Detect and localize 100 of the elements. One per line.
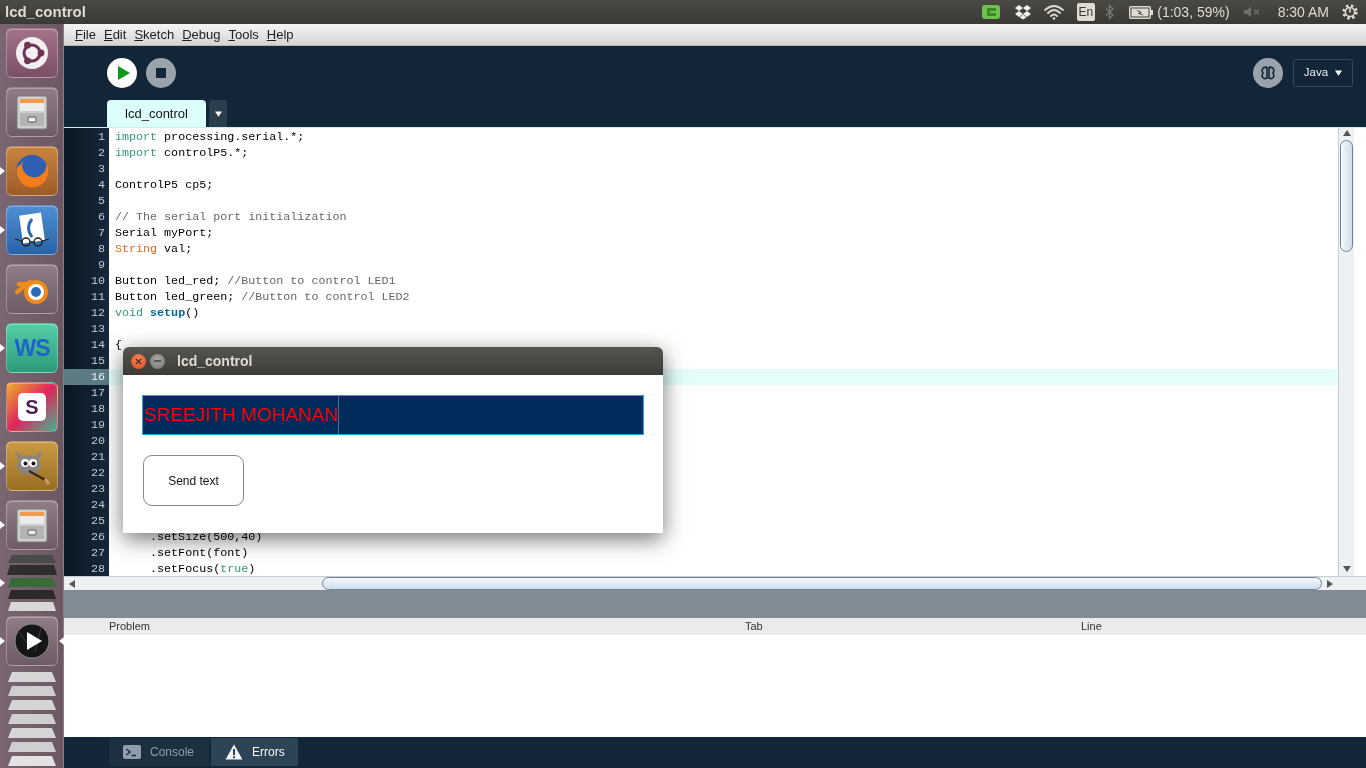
close-button[interactable] (131, 353, 146, 369)
app-indicator-icon[interactable] (981, 4, 1000, 20)
launcher-item[interactable] (6, 205, 58, 255)
text-cursor-icon (338, 396, 340, 434)
clock[interactable]: 8:30 AM (1277, 1, 1329, 23)
line-number: 18 (89, 401, 106, 417)
bluetooth-icon[interactable] (1105, 4, 1115, 20)
keyboard-layout-indicator[interactable]: En (1076, 3, 1096, 21)
tab-menu-button[interactable] (209, 100, 227, 127)
stacked-launcher-icons[interactable] (6, 553, 58, 613)
dialog-title: lcd_control (177, 351, 253, 371)
line-number: 20 (89, 433, 106, 449)
scroll-up-icon[interactable] (1342, 130, 1351, 136)
warning-icon (225, 744, 243, 760)
menu-item[interactable]: Sketch (134, 24, 175, 45)
code-line: .setFocus(true) (149, 561, 257, 576)
code-line: ControlP5 cp5; (114, 177, 215, 193)
editor-tab[interactable]: lcd_control (107, 100, 206, 127)
line-number: 22 (89, 465, 106, 481)
window-title: lcd_control (5, 2, 86, 22)
battery-icon[interactable] (1129, 5, 1154, 19)
line-number: 3 (97, 161, 106, 177)
launcher-item[interactable] (6, 616, 58, 666)
line-number: 4 (97, 177, 106, 193)
drawer-icon (13, 93, 51, 131)
scroll-down-icon[interactable] (1342, 566, 1351, 572)
caret-icon (214, 110, 222, 117)
scroll-left-icon[interactable] (69, 579, 75, 588)
send-text-button[interactable]: Send text (143, 455, 244, 506)
menu-item[interactable]: File (75, 24, 96, 45)
panel-tab[interactable]: Errors (211, 738, 298, 766)
launcher-item[interactable] (6, 441, 58, 491)
play-icon (13, 622, 51, 660)
code-line: import processing.serial.*; (114, 129, 306, 145)
code-line: Button led_red; //Button to control LED1 (114, 273, 397, 289)
line-number: 8 (97, 241, 106, 257)
launcher-item[interactable] (6, 264, 58, 314)
code-line: { (114, 337, 123, 353)
line-number: 13 (89, 321, 106, 337)
ring-dots-icon (13, 34, 51, 72)
code-line: void setup() (114, 305, 201, 321)
column-header[interactable]: Problem (109, 620, 150, 632)
launcher-item[interactable]: S (6, 382, 58, 432)
caret-icon (1335, 70, 1343, 76)
code-line: Button led_green; //Button to control LED2 (114, 289, 411, 305)
debug-button[interactable] (1253, 58, 1283, 88)
creature-icon (13, 447, 51, 485)
globe-icon (13, 152, 51, 190)
minimize-icon (154, 360, 161, 362)
line-number: 26 (89, 529, 106, 545)
line-number: 27 (89, 545, 106, 561)
line-number: 21 (89, 449, 106, 465)
panel-tab[interactable]: Console (109, 738, 209, 766)
menu-item[interactable]: Debug (182, 24, 221, 45)
wifi-icon[interactable] (1043, 4, 1064, 20)
mode-dropdown[interactable]: Java (1293, 59, 1353, 87)
box-icon[interactable] (1013, 4, 1032, 20)
line-number: 10 (89, 273, 106, 289)
line-number: 23 (89, 481, 106, 497)
line-number: 6 (97, 209, 106, 225)
scrollbar-thumb[interactable] (1340, 140, 1353, 252)
close-icon (135, 357, 142, 365)
column-header[interactable]: Line (1081, 620, 1102, 632)
battery-status[interactable]: (1:03, 59%) (1157, 1, 1230, 23)
run-button[interactable] (107, 58, 137, 88)
code-line: Serial myPort; (114, 225, 215, 241)
code-line: String val; (114, 241, 194, 257)
scroll-right-icon[interactable] (1327, 579, 1333, 588)
line-number: 1 (97, 129, 106, 145)
line-number: 14 (89, 337, 106, 353)
text-field[interactable]: SREEJITH MOHANAN (142, 395, 644, 435)
line-number: 24 (89, 497, 106, 513)
code-line: // The serial port initialization (114, 209, 348, 225)
play-icon (117, 66, 130, 80)
document-icon (13, 211, 51, 249)
minimize-button[interactable] (150, 353, 165, 369)
line-number: 28 (89, 561, 106, 576)
bug-icon (1260, 65, 1276, 81)
line-number: 9 (97, 257, 106, 273)
line-number: 25 (89, 513, 106, 529)
menu-item[interactable]: Help (266, 24, 294, 45)
gear-icon[interactable] (1342, 4, 1358, 20)
scrollbar-thumb[interactable] (322, 577, 1322, 590)
line-number: 7 (97, 225, 106, 241)
line-number: 16 (64, 369, 109, 385)
stop-button[interactable] (146, 58, 176, 88)
line-number: 15 (89, 353, 106, 369)
drawer-icon (13, 506, 51, 544)
stacked-launcher-icons[interactable] (6, 669, 58, 767)
launcher-item[interactable] (6, 28, 58, 78)
line-number: 17 (89, 385, 106, 401)
column-header[interactable]: Tab (745, 620, 763, 632)
menu-item[interactable]: Edit (103, 24, 127, 45)
terminal-icon (123, 745, 141, 759)
line-number: 11 (89, 289, 106, 305)
line-number: 5 (97, 193, 106, 209)
line-number: 19 (89, 417, 106, 433)
menu-item[interactable]: Tools (228, 24, 259, 45)
line-number: 2 (97, 145, 106, 161)
line-number: 12 (89, 305, 106, 321)
